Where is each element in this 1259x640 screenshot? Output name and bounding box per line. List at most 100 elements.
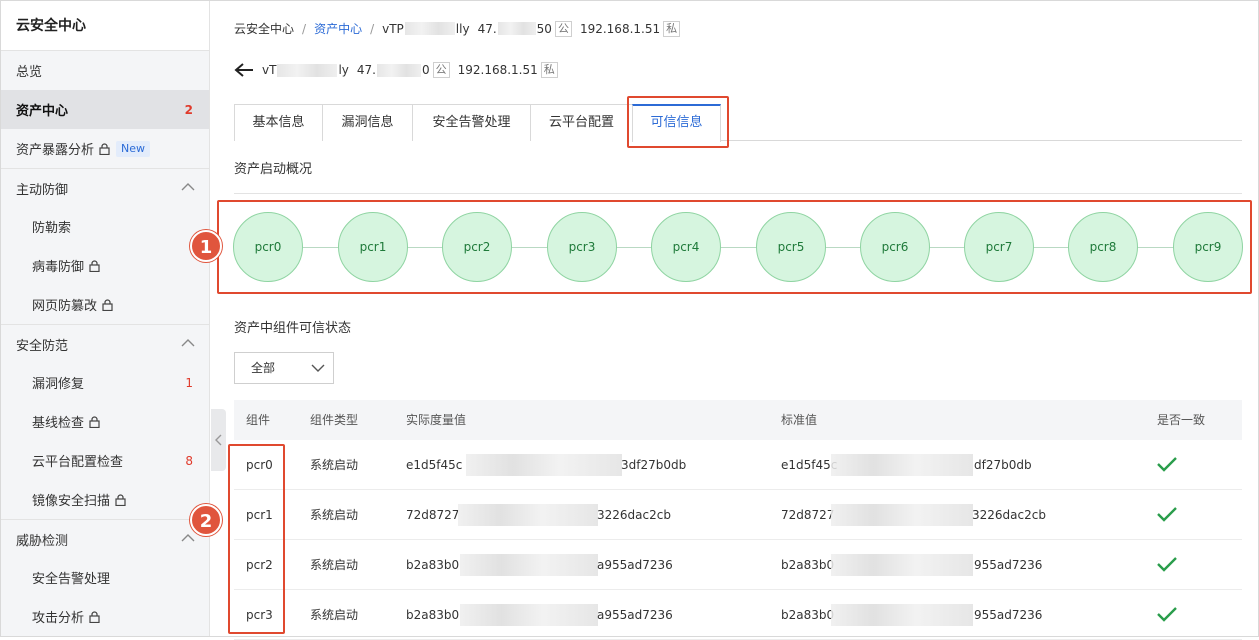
- private-ip-tag: 私: [540, 62, 558, 78]
- breadcrumb-public-ip-prefix: 47.: [477, 21, 497, 36]
- cell-standard-suffix: 955ad7236: [974, 608, 1043, 622]
- lock-icon: [89, 415, 100, 428]
- redacted-text: [831, 604, 973, 626]
- sidebar-item-overview[interactable]: 总览: [1, 51, 209, 90]
- check-icon: [1157, 557, 1177, 572]
- back-arrow-icon[interactable]: [234, 62, 254, 78]
- page-title: vT ly 47. 0 公 192.168.1.51 私: [234, 62, 558, 78]
- sidebar-item-alert-handling[interactable]: 安全告警处理: [1, 558, 209, 597]
- sidebar-item-image-scan[interactable]: 镜像安全扫描: [1, 480, 209, 519]
- sidebar-item-label: 云平台配置检查: [32, 455, 124, 470]
- sidebar-item-label: 安全防范: [16, 338, 69, 354]
- lock-icon: [89, 259, 100, 272]
- breadcrumb-public-ip-suffix: 50: [536, 21, 552, 36]
- asset-name-suffix: ly: [338, 63, 349, 77]
- new-badge: New: [116, 140, 151, 157]
- cell-actual-suffix: 3df27b0db: [621, 458, 687, 472]
- chevron-up-icon: [181, 339, 195, 347]
- redacted-text: [460, 554, 598, 576]
- count-badge: 1: [185, 375, 193, 390]
- private-ip: 192.168.1.51: [457, 63, 538, 77]
- sidebar-item-label: 资产中心: [16, 104, 69, 119]
- lock-icon: [102, 298, 113, 311]
- redacted-text: [831, 504, 973, 526]
- public-ip-tag: 公: [432, 62, 450, 78]
- breadcrumb-separator: /: [302, 21, 307, 36]
- cell-actual-prefix: b2a83b0: [406, 608, 460, 622]
- sidebar-item-label: 基线检查: [32, 416, 85, 431]
- tab-basic-info[interactable]: 基本信息: [234, 104, 323, 141]
- table-row: pcr1 系统启动 72d8727 3226dac2cb 72d8727 322…: [234, 490, 1242, 540]
- sidebar-group-security-prevention[interactable]: 安全防范: [1, 324, 209, 363]
- table-row: pcr2 系统启动 b2a83b0 a955ad7236 b2a83b0 955…: [234, 540, 1242, 590]
- breadcrumb-asset-name-prefix: vTP: [382, 21, 404, 36]
- highlight-frame: [228, 444, 285, 634]
- cell-type: 系统启动: [310, 558, 359, 572]
- cell-actual-suffix: a955ad7236: [597, 608, 673, 622]
- sidebar-item-attack-analysis[interactable]: 攻击分析: [1, 597, 209, 636]
- check-icon: [1157, 457, 1177, 472]
- cell-actual-suffix: a955ad7236: [597, 558, 673, 572]
- cell-standard-prefix: e1d5f45c: [781, 458, 838, 472]
- sidebar-group-threat-detection[interactable]: 威胁检测: [1, 519, 209, 558]
- sidebar-item-label: 威胁检测: [16, 533, 69, 549]
- public-ip-suffix: 0: [421, 63, 430, 77]
- chevron-up-icon: [181, 183, 195, 191]
- redacted-text: [497, 22, 536, 35]
- sidebar-item-web-tamper-proof[interactable]: 网页防篡改: [1, 285, 209, 324]
- sidebar-item-vuln-fix[interactable]: 漏洞修复 1: [1, 363, 209, 402]
- breadcrumb-separator: /: [370, 21, 375, 36]
- sidebar-group-active-defense[interactable]: 主动防御: [1, 168, 209, 207]
- sidebar-collapse-toggle[interactable]: [211, 409, 226, 471]
- callout-number: 1: [190, 230, 222, 262]
- redacted-text: [458, 504, 598, 526]
- sidebar-item-label: 漏洞修复: [32, 377, 85, 392]
- redacted-text: [376, 63, 421, 77]
- table-row: pcr3 系统启动 b2a83b0 a955ad7236 b2a83b0 955…: [234, 590, 1242, 640]
- lock-icon: [115, 493, 126, 506]
- sidebar-item-label: 主动防御: [16, 182, 69, 198]
- sidebar-item-asset-center[interactable]: 资产中心 2: [1, 90, 209, 129]
- breadcrumb-root[interactable]: 云安全中心: [234, 20, 294, 37]
- cell-actual-prefix: 72d8727: [406, 508, 460, 522]
- sidebar-item-baseline-check[interactable]: 基线检查: [1, 402, 209, 441]
- sidebar-title: 云安全中心: [1, 1, 209, 51]
- breadcrumb-private-ip: 192.168.1.51: [579, 21, 661, 36]
- filter-select-value: 全部: [251, 361, 276, 375]
- cell-standard-suffix: 3226dac2cb: [972, 508, 1046, 522]
- callout-number: 2: [190, 504, 222, 536]
- public-ip-tag: 公: [554, 20, 572, 37]
- chevron-left-icon: [215, 434, 222, 446]
- column-header: 实际度量值: [406, 413, 467, 427]
- cell-type: 系统启动: [310, 458, 359, 472]
- cell-standard-prefix: 72d8727: [781, 508, 835, 522]
- redacted-text: [404, 22, 455, 35]
- tab-cloud-config[interactable]: 云平台配置: [530, 104, 633, 141]
- cell-actual-prefix: e1d5f45c: [406, 458, 463, 472]
- sidebar-item-label: 网页防篡改: [32, 299, 98, 314]
- boot-overview-title: 资产启动概况: [234, 162, 313, 177]
- breadcrumb-asset-center[interactable]: 资产中心: [314, 20, 362, 37]
- check-icon: [1157, 607, 1177, 622]
- tab-security-alerts[interactable]: 安全告警处理: [412, 104, 531, 141]
- filter-select[interactable]: 全部: [234, 352, 334, 384]
- sidebar-item-cloud-config-check[interactable]: 云平台配置检查 8: [1, 441, 209, 480]
- column-header: 标准值: [781, 413, 818, 427]
- lock-icon: [99, 142, 110, 155]
- table-row: pcr0 系统启动 e1d5f45c 3df27b0db e1d5f45c df…: [234, 440, 1242, 490]
- redacted-text: [466, 454, 622, 476]
- sidebar-item-exposure-analysis[interactable]: 资产暴露分析 New: [1, 129, 209, 168]
- sidebar-item-anti-ransomware[interactable]: 防勒索: [1, 207, 209, 246]
- chevron-down-icon: [311, 364, 325, 372]
- table-header: 组件 组件类型 实际度量值 标准值 是否一致: [234, 400, 1242, 440]
- divider: [234, 193, 1242, 194]
- sidebar-item-virus-defense[interactable]: 病毒防御: [1, 246, 209, 285]
- highlight-frame: [217, 200, 1252, 294]
- column-header: 组件: [246, 413, 271, 427]
- tab-bar: 基本信息 漏洞信息 安全告警处理 云平台配置 可信信息: [234, 104, 1242, 142]
- tab-vulnerabilities[interactable]: 漏洞信息: [322, 104, 413, 141]
- lock-icon: [89, 610, 100, 623]
- public-ip-prefix: 47.: [356, 63, 376, 77]
- sidebar-item-label: 防勒索: [32, 221, 72, 236]
- column-header: 组件类型: [310, 413, 359, 427]
